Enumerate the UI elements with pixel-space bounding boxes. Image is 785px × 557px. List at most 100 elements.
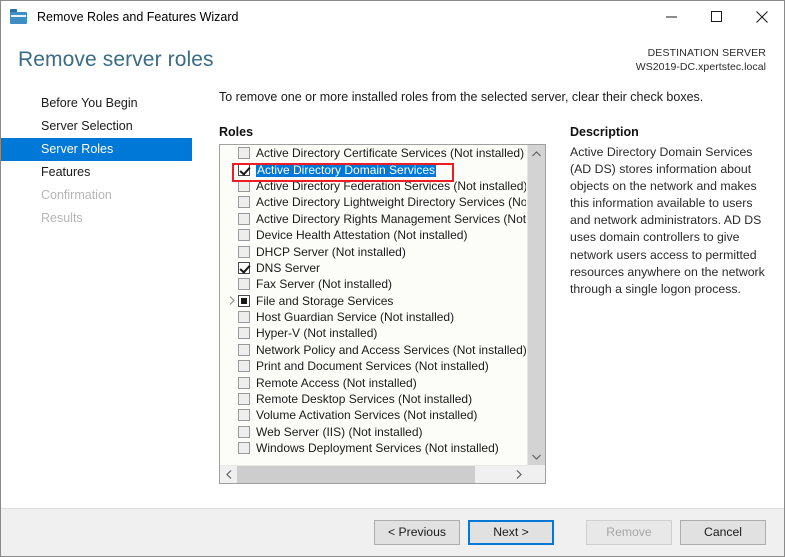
role-checkbox-checked[interactable] <box>238 261 250 274</box>
role-list-item[interactable]: Volume Activation Services (Not installe… <box>220 407 526 423</box>
page-title: Remove server roles <box>18 48 214 71</box>
instruction-text: To remove one or more installed roles fr… <box>219 90 704 104</box>
role-checkbox-unchecked[interactable] <box>238 179 250 192</box>
role-list-item[interactable]: Active Directory Certificate Services (N… <box>220 145 526 161</box>
role-list-item[interactable]: Print and Document Services (Not install… <box>220 358 526 374</box>
expand-arrow-icon[interactable] <box>226 296 238 306</box>
role-list-item[interactable]: Web Server (IIS) (Not installed) <box>220 424 526 440</box>
role-list-item[interactable]: DNS Server <box>220 260 526 276</box>
role-list-item[interactable]: Host Guardian Service (Not installed) <box>220 309 526 325</box>
roles-vertical-scrollbar[interactable] <box>527 145 545 465</box>
role-checkbox-unchecked[interactable] <box>238 147 250 160</box>
role-checkbox-unchecked[interactable] <box>238 278 250 291</box>
role-checkbox-unchecked[interactable] <box>238 229 250 242</box>
roles-heading: Roles <box>219 125 254 139</box>
sidebar-item-server-selection[interactable]: Server Selection <box>1 115 192 138</box>
scroll-left-icon[interactable] <box>220 466 237 483</box>
role-label: Host Guardian Service (Not installed) <box>256 310 455 325</box>
role-checkbox-unchecked[interactable] <box>238 311 250 324</box>
previous-button[interactable]: < Previous <box>374 520 460 545</box>
role-checkbox-unchecked[interactable] <box>238 442 250 455</box>
role-label: Hyper-V (Not installed) <box>256 326 378 341</box>
maximize-icon[interactable] <box>694 1 739 32</box>
cancel-button[interactable]: Cancel <box>680 520 766 545</box>
role-checkbox-checked[interactable] <box>238 163 250 176</box>
role-label: File and Storage Services <box>256 293 394 308</box>
role-list-item[interactable]: Windows Deployment Services (Not install… <box>220 440 526 456</box>
role-checkbox-unchecked[interactable] <box>238 245 250 258</box>
role-label: Windows Deployment Services (Not install… <box>256 441 499 456</box>
close-icon[interactable] <box>739 1 784 32</box>
role-list-item[interactable]: Remote Desktop Services (Not installed) <box>220 391 526 407</box>
wizard-footer: < Previous Next > Remove Cancel <box>1 508 784 556</box>
role-label: Active Directory Certificate Services (N… <box>256 146 525 161</box>
role-checkbox-unchecked[interactable] <box>238 425 250 438</box>
role-label: Device Health Attestation (Not installed… <box>256 228 468 243</box>
roles-list-box[interactable]: Active Directory Certificate Services (N… <box>219 144 546 484</box>
content-columns: Roles Active Directory Certificate Servi… <box>219 125 766 484</box>
remove-button: Remove <box>586 520 672 545</box>
sidebar-item-label: Results <box>41 211 83 225</box>
role-list-item[interactable]: Hyper-V (Not installed) <box>220 325 526 341</box>
role-list-item[interactable]: Active Directory Federation Services (No… <box>220 178 526 194</box>
role-checkbox-unchecked[interactable] <box>238 196 250 209</box>
role-label: Volume Activation Services (Not installe… <box>256 408 478 423</box>
roles-column: Roles Active Directory Certificate Servi… <box>219 125 549 484</box>
roles-horizontal-scrollbar[interactable] <box>220 465 527 483</box>
description-text: Active Directory Domain Services (AD DS)… <box>570 145 765 296</box>
role-label: DNS Server <box>256 260 321 275</box>
role-checkbox-unchecked[interactable] <box>238 212 250 225</box>
minimize-icon[interactable] <box>649 1 694 32</box>
role-checkbox-unchecked[interactable] <box>238 360 250 373</box>
sidebar-item-features[interactable]: Features <box>1 161 192 184</box>
wizard-content: To remove one or more installed roles fr… <box>192 84 784 508</box>
role-checkbox-partial[interactable] <box>238 294 250 307</box>
role-label: Active Directory Lightweight Directory S… <box>256 195 526 210</box>
role-checkbox-unchecked[interactable] <box>238 343 250 356</box>
destination-server-info: DESTINATION SERVER WS2019-DC.xpertstec.l… <box>636 46 766 74</box>
scrollbar-corner <box>527 465 545 483</box>
horizontal-scroll-thumb[interactable] <box>237 466 475 483</box>
role-list-item[interactable]: Fax Server (Not installed) <box>220 276 526 292</box>
wizard-roles-icon <box>10 8 28 25</box>
role-list-item[interactable]: Active Directory Lightweight Directory S… <box>220 194 526 210</box>
role-label: Active Directory Rights Management Servi… <box>256 211 526 226</box>
role-checkbox-unchecked[interactable] <box>238 376 250 389</box>
description-column: Description Active Directory Domain Serv… <box>549 125 766 484</box>
sidebar-item-server-roles[interactable]: Server Roles <box>1 138 192 161</box>
destination-server-label: DESTINATION SERVER <box>647 47 766 59</box>
role-list-item[interactable]: Network Policy and Access Services (Not … <box>220 342 526 358</box>
sidebar-item-label: Before You Begin <box>41 96 138 110</box>
role-list-item[interactable]: Active Directory Domain Services <box>220 161 526 177</box>
role-label: Network Policy and Access Services (Not … <box>256 342 526 357</box>
title-bar: Remove Roles and Features Wizard <box>1 1 784 32</box>
scroll-right-icon[interactable] <box>510 466 527 483</box>
sidebar-item-label: Confirmation <box>41 188 112 202</box>
role-label: DHCP Server (Not installed) <box>256 244 406 259</box>
role-list-item[interactable]: DHCP Server (Not installed) <box>220 243 526 259</box>
role-label: Remote Desktop Services (Not installed) <box>256 392 473 407</box>
destination-server-name: WS2019-DC.xpertstec.local <box>635 61 766 73</box>
role-label: Fax Server (Not installed) <box>256 277 393 292</box>
window-controls <box>649 1 784 32</box>
sidebar-item-label: Server Roles <box>41 142 114 156</box>
role-list-item[interactable]: Device Health Attestation (Not installed… <box>220 227 526 243</box>
scroll-up-icon[interactable] <box>528 145 545 162</box>
vertical-scroll-thumb[interactable] <box>528 162 545 206</box>
role-checkbox-unchecked[interactable] <box>238 409 250 422</box>
next-button[interactable]: Next > <box>468 520 554 545</box>
role-label: Remote Access (Not installed) <box>256 375 417 390</box>
role-list-item[interactable]: Active Directory Rights Management Servi… <box>220 211 526 227</box>
role-list-item[interactable]: Remote Access (Not installed) <box>220 374 526 390</box>
roles-list[interactable]: Active Directory Certificate Services (N… <box>220 145 526 465</box>
role-checkbox-unchecked[interactable] <box>238 393 250 406</box>
remove-roles-wizard-window: Remove Roles and Features Wizard Remove … <box>0 0 785 557</box>
scroll-down-icon[interactable] <box>528 448 545 465</box>
sidebar-item-before-you-begin[interactable]: Before You Begin <box>1 92 192 115</box>
sidebar-item-label: Features <box>41 165 91 179</box>
role-list-item[interactable]: File and Storage Services <box>220 293 526 309</box>
page-header: Remove server roles DESTINATION SERVER W… <box>1 32 784 84</box>
role-checkbox-unchecked[interactable] <box>238 327 250 340</box>
role-label: Print and Document Services (Not install… <box>256 359 489 374</box>
role-label: Active Directory Domain Services <box>256 162 437 177</box>
